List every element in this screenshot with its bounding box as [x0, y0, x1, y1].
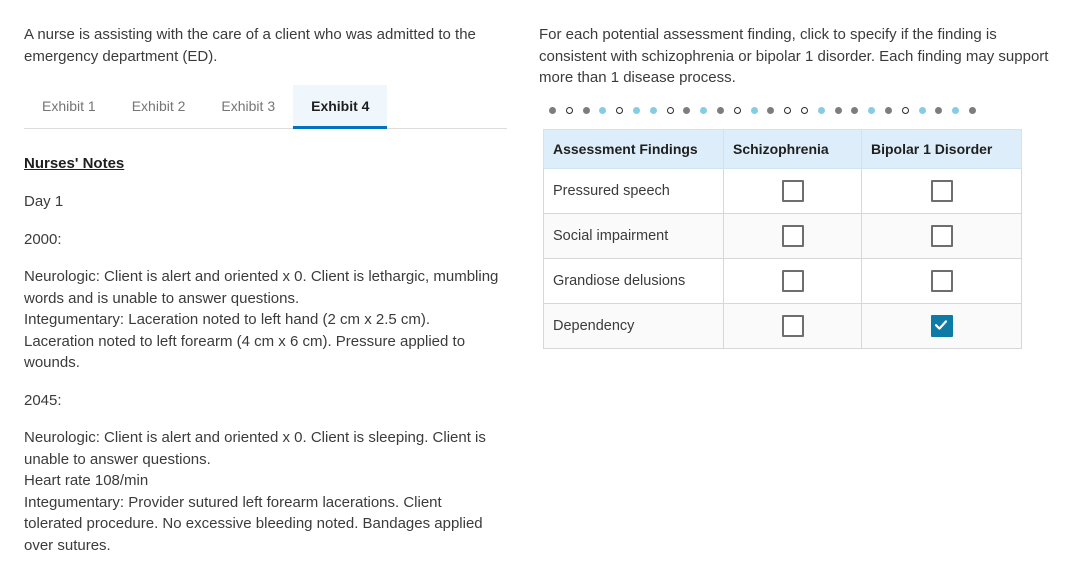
- table-row: Dependency: [543, 302, 1022, 349]
- progress-dot-strip: [549, 105, 1055, 117]
- tab-exhibit-3[interactable]: Exhibit 3: [203, 85, 293, 129]
- progress-dot: [784, 107, 792, 114]
- progress-dot: [918, 107, 926, 114]
- checkbox-bipolar-1-disorder-cell[interactable]: [861, 257, 1022, 304]
- progress-dot: [683, 107, 691, 114]
- exam-question-page: A nurse is assisting with the care of a …: [0, 0, 1071, 587]
- checkbox-schizophrenia-cell[interactable]: [723, 167, 862, 214]
- note-paragraph: 2045:: [24, 391, 62, 409]
- checkbox-schizophrenia-cell[interactable]: [723, 212, 862, 259]
- progress-dot: [549, 107, 556, 114]
- progress-dot: [599, 107, 607, 114]
- checkbox-schizophrenia[interactable]: [781, 224, 804, 247]
- progress-dot: [565, 107, 573, 114]
- column-header-schizophrenia: Schizophrenia: [723, 128, 862, 169]
- progress-dot: [800, 107, 808, 114]
- table-body: Pressured speech Social impairment Grandio…: [543, 167, 1022, 349]
- column-header-assessment-findings: Assessment Findings: [543, 128, 724, 169]
- progress-dot: [733, 107, 741, 114]
- progress-dot: [616, 107, 624, 114]
- checkbox-bipolar-1-disorder-cell[interactable]: [861, 302, 1022, 349]
- nurses-notes-section: Nurses' Notes Day 1 2000: Neurologic: Clie…: [24, 129, 507, 556]
- exhibit-panel: A nurse is assisting with the care of a …: [0, 0, 535, 587]
- note-paragraph: Day 1: [24, 193, 64, 210]
- finding-label: Pressured speech: [543, 167, 724, 214]
- progress-dot: [968, 107, 976, 114]
- progress-dot: [750, 107, 758, 114]
- exhibit-tabs: Exhibit 1 Exhibit 2 Exhibit 3 Exhibit 4: [24, 85, 507, 129]
- table-header-row: Assessment Findings Schizophrenia Bipola…: [543, 128, 1022, 169]
- checkbox-schizophrenia[interactable]: [781, 269, 804, 292]
- scenario-text: A nurse is assisting with the care of a …: [24, 26, 476, 65]
- finding-label: Dependency: [543, 302, 724, 349]
- progress-dot: [700, 107, 708, 114]
- checkbox-schizophrenia[interactable]: [781, 314, 804, 337]
- assessment-findings-table: Assessment Findings Schizophrenia Bipola…: [543, 128, 1022, 349]
- progress-dot: [901, 107, 909, 114]
- checkbox-bipolar-1-disorder[interactable]: [930, 179, 953, 202]
- column-header-bipolar-1-disorder: Bipolar 1 Disorder: [861, 128, 1022, 169]
- finding-label: Grandiose delusions: [543, 257, 724, 304]
- checkbox-bipolar-1-disorder[interactable]: [930, 224, 953, 247]
- progress-dot: [884, 107, 892, 114]
- finding-label: Social impairment: [543, 212, 724, 259]
- progress-dot: [834, 107, 842, 114]
- tab-exhibit-2[interactable]: Exhibit 2: [114, 85, 204, 129]
- checkbox-bipolar-1-disorder[interactable]: [930, 269, 953, 292]
- progress-dot: [851, 107, 859, 114]
- checkbox-schizophrenia[interactable]: [781, 179, 804, 202]
- nurses-notes-body: Day 1 2000: Neurologic: Client is alert an…: [24, 191, 507, 556]
- checkbox-bipolar-1-disorder-cell[interactable]: [861, 167, 1022, 214]
- checkbox-schizophrenia-cell[interactable]: [723, 257, 862, 304]
- answer-panel: For each potential assessment finding, c…: [535, 0, 1071, 587]
- nurses-notes-title: Nurses' Notes: [24, 155, 125, 172]
- progress-dot: [952, 107, 960, 114]
- instructions-text: For each potential assessment finding, c…: [539, 26, 1049, 86]
- note-paragraph: Neurologic: Client is alert and oriented…: [24, 268, 499, 371]
- progress-dot: [935, 107, 943, 114]
- note-paragraph: Neurologic: Client is alert and oriented…: [24, 429, 486, 554]
- table-row: Pressured speech: [543, 167, 1022, 214]
- progress-dot: [716, 107, 724, 114]
- note-paragraph: 2000:: [24, 230, 62, 248]
- progress-dot: [868, 107, 876, 114]
- tab-exhibit-4[interactable]: Exhibit 4: [293, 85, 388, 129]
- table-row: Social impairment: [543, 212, 1022, 259]
- table-row: Grandiose delusions: [543, 257, 1022, 304]
- checkbox-bipolar-1-disorder[interactable]: [930, 314, 953, 337]
- table-header: Assessment Findings Schizophrenia Bipola…: [543, 128, 1022, 169]
- progress-dot: [666, 107, 674, 114]
- progress-dot: [649, 107, 657, 114]
- checkbox-bipolar-1-disorder-cell[interactable]: [861, 212, 1022, 259]
- progress-dot: [632, 107, 640, 114]
- progress-dot: [767, 107, 775, 114]
- tab-exhibit-1[interactable]: Exhibit 1: [24, 85, 114, 129]
- progress-dot: [582, 107, 590, 114]
- progress-dot: [817, 107, 825, 114]
- checkbox-schizophrenia-cell[interactable]: [723, 302, 862, 349]
